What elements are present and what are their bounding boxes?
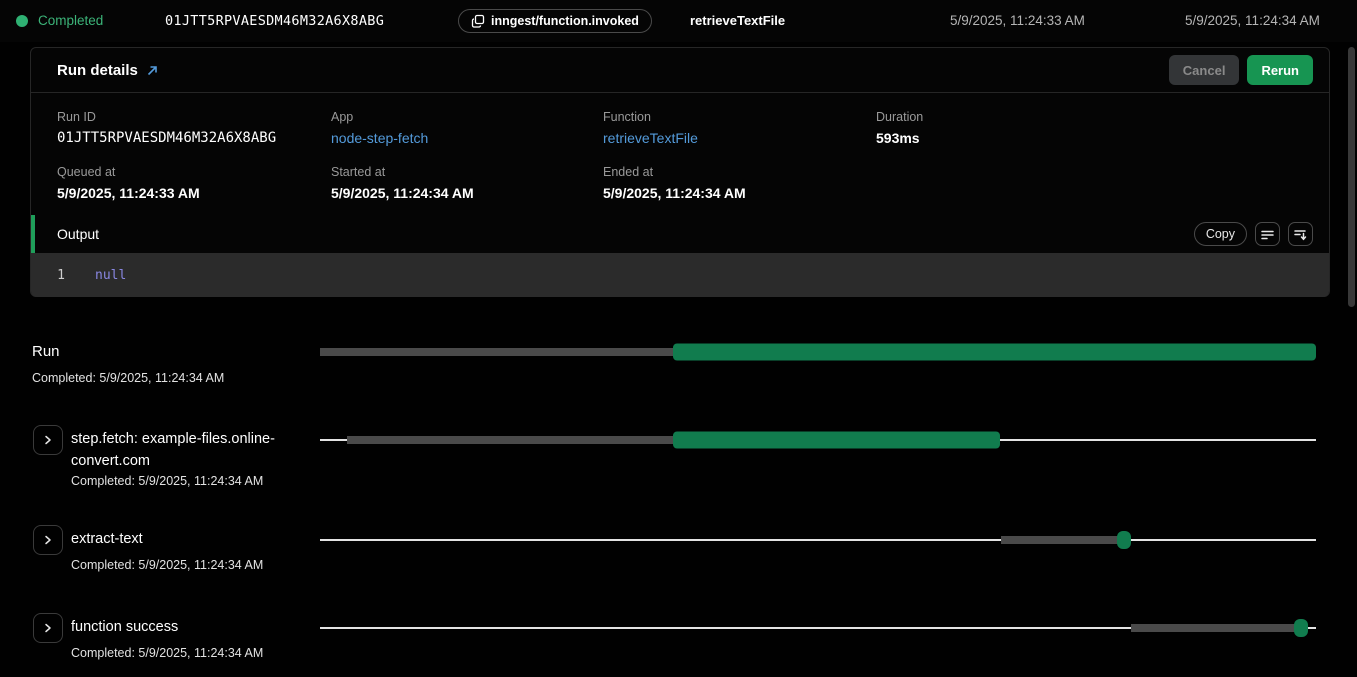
timeline-track: [320, 336, 1316, 368]
timeline-segment-line: [1131, 539, 1316, 541]
topbar-run-id: 01JTT5RPVAESDM46M32A6X8ABG: [165, 13, 384, 29]
timeline-row-function-success: function success Completed: 5/9/2025, 11…: [0, 612, 1357, 672]
timeline-row-title: Run: [32, 341, 332, 363]
timeline-segment-dot: [1294, 619, 1308, 637]
align-left-icon: [1260, 227, 1275, 242]
function-link[interactable]: retrieveTextFile: [603, 130, 876, 146]
timeline-row-completed: Completed: 5/9/2025, 11:24:34 AM: [32, 371, 332, 386]
wrap-text-button[interactable]: [1255, 222, 1280, 246]
field-label: Ended at: [603, 165, 876, 179]
timeline-row-completed: Completed: 5/9/2025, 11:24:34 AM: [71, 474, 306, 489]
code-text: null: [95, 268, 126, 283]
field-label: Run ID: [57, 110, 331, 124]
timeline-row-step-fetch: step.fetch: example-files.online-convert…: [0, 424, 1357, 494]
panel-title-label: Run details: [57, 62, 138, 79]
rerun-button[interactable]: Rerun: [1247, 55, 1313, 85]
chevron-right-icon: [42, 534, 54, 546]
timeline-row-completed: Completed: 5/9/2025, 11:24:34 AM: [71, 646, 371, 661]
timeline-segment-active: [673, 344, 1316, 361]
field-queued-at: Queued at 5/9/2025, 11:24:33 AM: [57, 165, 331, 201]
field-value: 01JTT5RPVAESDM46M32A6X8ABG: [57, 130, 331, 146]
panel-title: Run details: [57, 62, 159, 79]
copy-button[interactable]: Copy: [1194, 222, 1247, 246]
output-actions: Copy: [1194, 222, 1313, 246]
event-badge-label: inngest/function.invoked: [491, 14, 639, 28]
expand-step-button[interactable]: [33, 613, 63, 643]
field-function: Function retrieveTextFile: [603, 110, 876, 146]
field-value: 5/9/2025, 11:24:34 AM: [603, 185, 876, 201]
timeline-segment-line: [1308, 627, 1316, 629]
run-details-grid: Run ID 01JTT5RPVAESDM46M32A6X8ABG App no…: [31, 94, 1329, 201]
field-value: 5/9/2025, 11:24:33 AM: [57, 185, 331, 201]
status-dot-icon: [16, 15, 28, 27]
chevron-right-icon: [42, 434, 54, 446]
status-label: Completed: [38, 13, 103, 28]
run-details-header: Run details Cancel Rerun: [31, 48, 1329, 93]
code-line-number: 1: [31, 268, 65, 283]
topbar-queued-time: 5/9/2025, 11:24:33 AM: [950, 13, 1085, 28]
timeline-row-run: Run Completed: 5/9/2025, 11:24:34 AM: [0, 337, 1357, 397]
timeline-track: [320, 424, 1316, 456]
field-ended-at: Ended at 5/9/2025, 11:24:34 AM: [603, 165, 876, 201]
timeline-row-extract-text: extract-text Completed: 5/9/2025, 11:24:…: [0, 524, 1357, 584]
field-run-id: Run ID 01JTT5RPVAESDM46M32A6X8ABG: [57, 110, 331, 146]
timeline-segment-track: [320, 348, 673, 356]
timeline-row-completed: Completed: 5/9/2025, 11:24:34 AM: [71, 558, 371, 573]
field-value: 593ms: [876, 130, 1329, 146]
expand-step-button[interactable]: [33, 525, 63, 555]
output-title: Output: [57, 226, 99, 242]
timeline-segment-track: [1131, 624, 1295, 632]
field-label: Duration: [876, 110, 1329, 124]
timeline-segment-track: [347, 436, 673, 444]
field-app: App node-step-fetch: [331, 110, 603, 146]
timeline-segment-dot: [1117, 531, 1131, 549]
field-label: Queued at: [57, 165, 331, 179]
copy-icon: [471, 14, 485, 28]
top-status-bar: Completed 01JTT5RPVAESDM46M32A6X8ABG inn…: [0, 0, 1357, 42]
timeline-segment-line: [320, 439, 347, 441]
timeline-track: [320, 612, 1316, 644]
chevron-right-icon: [42, 622, 54, 634]
field-label: App: [331, 110, 603, 124]
timeline-segment-line: [1000, 439, 1316, 441]
topbar-ended-time: 5/9/2025, 11:24:34 AM: [1185, 13, 1320, 28]
external-link-icon[interactable]: [146, 64, 159, 77]
field-duration: Duration 593ms: [876, 110, 1329, 146]
output-code-block[interactable]: 1 null: [31, 253, 1329, 297]
topbar-function-name: retrieveTextFile: [690, 13, 785, 28]
timeline-row-text: Run Completed: 5/9/2025, 11:24:34 AM: [32, 341, 332, 386]
expand-output-button[interactable]: [1288, 222, 1313, 246]
app-link[interactable]: node-step-fetch: [331, 130, 603, 146]
panel-actions: Cancel Rerun: [1169, 55, 1313, 85]
event-badge[interactable]: inngest/function.invoked: [458, 9, 652, 33]
expand-step-button[interactable]: [33, 425, 63, 455]
output-section-header: Output Copy: [31, 215, 1329, 253]
field-label: Function: [603, 110, 876, 124]
timeline-segment-track: [1001, 536, 1120, 544]
field-started-at: Started at 5/9/2025, 11:24:34 AM: [331, 165, 603, 201]
timeline-track: [320, 524, 1316, 556]
cancel-button[interactable]: Cancel: [1169, 55, 1240, 85]
timeline-row-text: step.fetch: example-files.online-convert…: [71, 428, 306, 489]
scrollbar-thumb[interactable]: [1348, 47, 1355, 307]
field-label: Started at: [331, 165, 603, 179]
output-accent-bar: [31, 215, 35, 253]
timeline-row-title: step.fetch: example-files.online-convert…: [71, 428, 306, 472]
timeline-segment-line: [320, 539, 1001, 541]
sort-descending-icon: [1293, 227, 1308, 242]
timeline-segment-active: [673, 432, 1000, 449]
run-details-panel: Run details Cancel Rerun Run ID 01JTT5RP…: [30, 47, 1330, 297]
field-value: 5/9/2025, 11:24:34 AM: [331, 185, 603, 201]
timeline-segment-line: [320, 627, 1131, 629]
